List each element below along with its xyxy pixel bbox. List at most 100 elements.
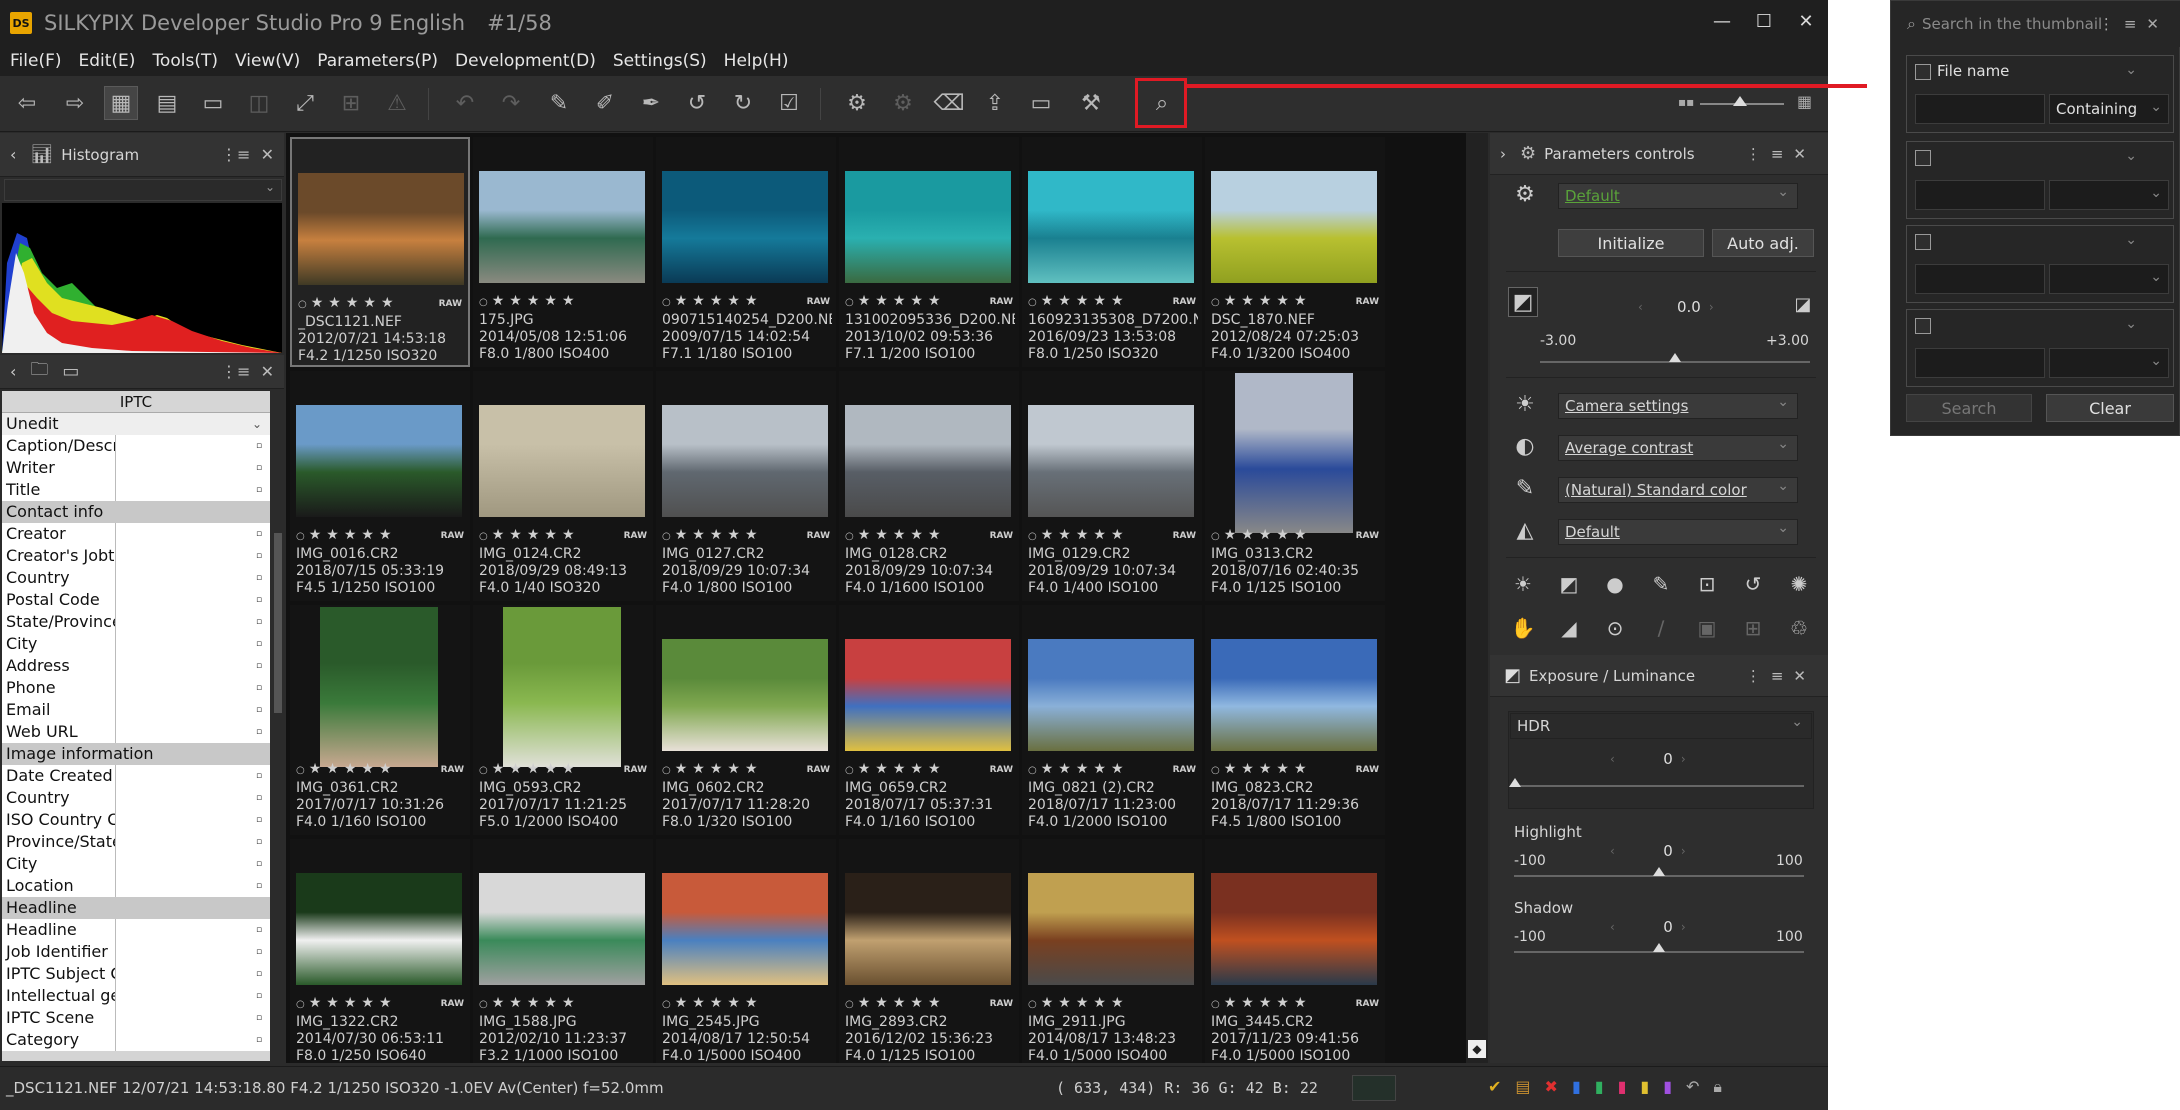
rating-stars[interactable]: ○ ★★★★★ xyxy=(296,761,464,777)
rating-clear-icon[interactable]: ○ xyxy=(1028,765,1037,776)
iptc-field-row[interactable]: Job Identifier ▫ xyxy=(2,940,270,963)
zoom-small-icon[interactable]: ▪▪ xyxy=(1678,95,1694,109)
edit-icon[interactable]: ▫ xyxy=(256,962,270,985)
edit-icon[interactable]: ▫ xyxy=(256,698,270,721)
iptc-field-row[interactable]: Creator ▫ xyxy=(2,522,270,545)
thumbnail-image[interactable] xyxy=(296,873,462,985)
dropdown-icon[interactable]: ⌄ xyxy=(252,412,270,435)
sharpness-icon[interactable]: ◭ xyxy=(1510,515,1540,545)
menu-item[interactable]: Development(D) xyxy=(455,51,596,71)
rating-clear-icon[interactable]: ○ xyxy=(1211,999,1220,1010)
edit-icon[interactable]: ▫ xyxy=(256,830,270,853)
edit-icon[interactable]: ▫ xyxy=(256,1006,270,1029)
rating-stars[interactable]: ○ ★★★★★ xyxy=(662,293,830,309)
iptc-field-row[interactable]: Category ▫ xyxy=(2,1028,270,1051)
thumbnail-image[interactable] xyxy=(503,607,621,767)
thumbnail-cell[interactable]: ○ ★★★★★ RAW IMG_3445.CR2 2017/11/23 09:41:56… xyxy=(1205,839,1385,1063)
condition-4-field-select[interactable] xyxy=(1937,316,2137,338)
condition-1-field-select[interactable]: File name xyxy=(1937,62,2137,84)
increment-icon[interactable]: › xyxy=(1681,844,1686,858)
reject-mark-icon[interactable]: ✖ xyxy=(1545,1077,1558,1097)
initialize-button[interactable]: Initialize xyxy=(1558,229,1704,257)
iptc-field-row[interactable]: Province/State ▫ xyxy=(2,830,270,853)
thumbnail-image[interactable] xyxy=(1028,405,1194,517)
edit-icon[interactable]: ▫ xyxy=(256,720,270,743)
iptc-controls[interactable]: ⋮≡ ✕ xyxy=(221,362,274,381)
rating-stars[interactable]: ○ ★★★★★ xyxy=(1211,527,1379,543)
iptc-field-row[interactable]: Caption/Descr ▫ xyxy=(2,434,270,457)
rating-stars[interactable]: ○ ★★★★★ xyxy=(479,995,647,1011)
thumbnail-image[interactable] xyxy=(1028,873,1194,985)
triangle-icon[interactable]: ◢ xyxy=(1554,613,1584,643)
iptc-field-row[interactable]: Title ▫ xyxy=(2,478,270,501)
thumbnail-image[interactable] xyxy=(845,873,1011,985)
thumbnail-image[interactable] xyxy=(320,607,438,767)
collapse-icon[interactable]: ‹ xyxy=(10,145,16,164)
eraser-icon[interactable]: ⌫ xyxy=(932,86,966,120)
tone-icon[interactable]: ◐ xyxy=(1510,431,1540,461)
decrement-icon[interactable]: ‹ xyxy=(1610,752,1615,766)
rating-clear-icon[interactable]: ○ xyxy=(1211,297,1220,308)
rating-clear-icon[interactable]: ○ xyxy=(662,531,671,542)
lens-icon[interactable]: ✺ xyxy=(1784,569,1814,599)
iptc-field-value[interactable] xyxy=(116,676,256,699)
batch-icon[interactable]: ⚙ xyxy=(886,86,920,120)
iptc-field-row[interactable]: IPTC Subject C ▫ xyxy=(2,962,270,985)
tone-select[interactable]: Average contrast xyxy=(1558,435,1798,461)
condition-2-input[interactable] xyxy=(1915,180,2045,210)
rotate-left-icon[interactable]: ↺ xyxy=(680,86,714,120)
iptc-field-value[interactable] xyxy=(116,764,256,787)
rating-clear-icon[interactable]: ○ xyxy=(662,765,671,776)
thumbnail-image[interactable] xyxy=(1211,639,1377,751)
sharpness-select[interactable]: Default xyxy=(1558,519,1798,545)
histogram-mode-select[interactable]: ⌄ xyxy=(4,179,282,201)
purple-tag-icon[interactable]: ▮ xyxy=(1663,1077,1672,1097)
auto-adjust-button[interactable]: Auto adj. xyxy=(1712,229,1814,257)
menu-item[interactable]: Help(H) xyxy=(724,51,789,71)
exposure-luminance-controls[interactable]: ⋮≡✕ xyxy=(1746,667,1816,685)
hdr-value[interactable]: 0 xyxy=(1623,750,1673,768)
edit-icon[interactable]: ▫ xyxy=(256,588,270,611)
edit-icon[interactable]: ▫ xyxy=(256,874,270,897)
rating-stars[interactable]: ○ ★★★★★ xyxy=(662,761,830,777)
clear-button[interactable]: Clear xyxy=(2046,394,2174,422)
mark-icon[interactable]: ☑ xyxy=(772,86,806,120)
iptc-field-value[interactable] xyxy=(116,720,256,743)
compare-view-icon[interactable]: ◫ xyxy=(242,86,276,120)
edit-icon[interactable]: ▫ xyxy=(256,610,270,633)
iptc-field-value[interactable] xyxy=(116,830,256,853)
rating-clear-icon[interactable]: ○ xyxy=(298,299,307,310)
search-button[interactable]: Search xyxy=(1906,394,2032,422)
decrement-icon[interactable]: ‹ xyxy=(1610,844,1615,858)
rating-clear-icon[interactable]: ○ xyxy=(845,765,854,776)
rating-stars[interactable]: ○ ★★★★★ xyxy=(662,995,830,1011)
rating-clear-icon[interactable]: ○ xyxy=(479,765,488,776)
thumbnail-cell[interactable]: ○ ★★★★★ RAW IMG_0127.CR2 2018/09/29 10:07:34… xyxy=(656,371,836,601)
thumbnail-cell[interactable]: ○ ★★★★★ IMG_1588.JPG 2012/02/10 11:23:37 F3.… xyxy=(473,839,653,1063)
export-icon[interactable]: ⇪ xyxy=(978,86,1012,120)
undo-icon[interactable]: ↶ xyxy=(448,86,482,120)
undo-mark-icon[interactable]: ↶ xyxy=(1686,1077,1699,1097)
iptc-field-row[interactable]: ISO Country C ▫ xyxy=(2,808,270,831)
highlight-spinner[interactable]: ‹ 0 › xyxy=(1602,839,1694,863)
condition-3-match-select[interactable] xyxy=(2049,264,2169,294)
condition-3-field-select[interactable] xyxy=(1937,232,2137,254)
thumbnail-image[interactable] xyxy=(1211,873,1377,985)
comment-tab-icon[interactable]: ▭ xyxy=(62,361,79,382)
iptc-field-row[interactable]: Phone ▫ xyxy=(2,676,270,699)
collapse-icon[interactable]: › xyxy=(1500,145,1506,163)
grid-icon[interactable]: ⊞ xyxy=(334,86,368,120)
condition-1-input[interactable] xyxy=(1915,94,2045,124)
iptc-field-value[interactable] xyxy=(116,808,256,831)
yellow-tag-icon[interactable]: ▮ xyxy=(1640,1077,1649,1097)
white-balance-icon[interactable]: ☀ xyxy=(1510,389,1540,419)
iptc-field-value[interactable] xyxy=(116,566,256,589)
thumbnail-image[interactable] xyxy=(662,639,828,751)
iptc-field-row[interactable]: City ▫ xyxy=(2,852,270,875)
thumbnail-image[interactable] xyxy=(1211,171,1377,283)
iptc-field-row[interactable]: City ▫ xyxy=(2,632,270,655)
grid-scrollbar[interactable] xyxy=(1466,133,1488,1063)
menu-item[interactable]: Parameters(P) xyxy=(317,51,438,71)
edit-icon[interactable]: ▫ xyxy=(256,632,270,655)
iptc-field-value[interactable] xyxy=(116,434,256,457)
